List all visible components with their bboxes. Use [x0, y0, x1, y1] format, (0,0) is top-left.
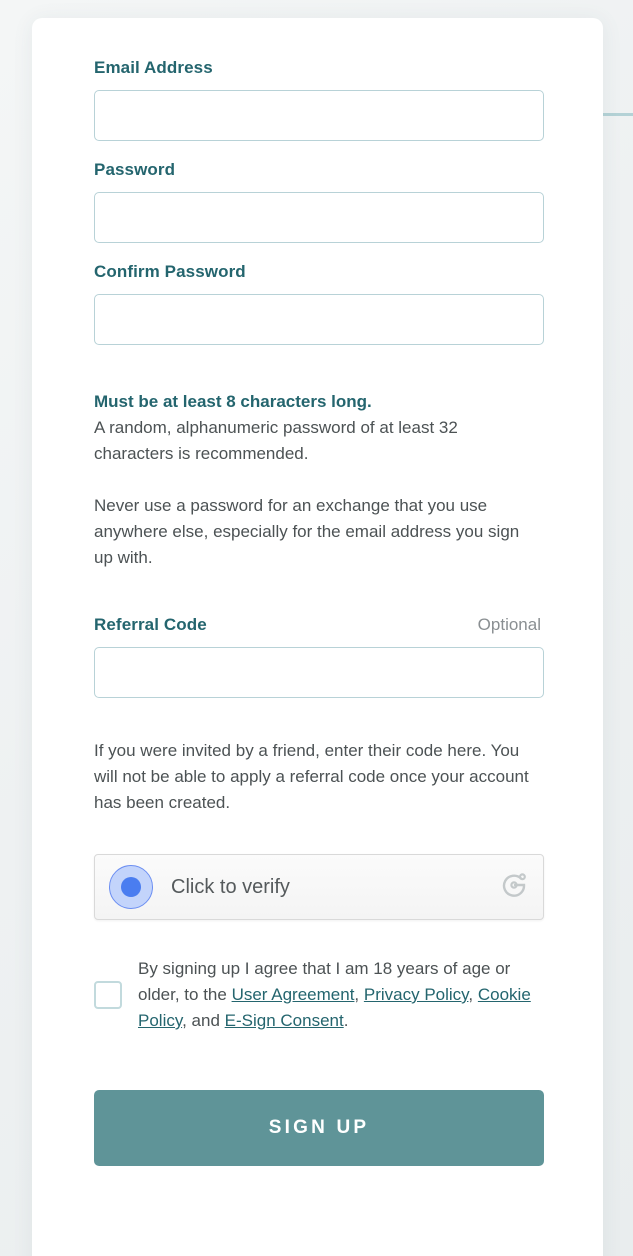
- terms-sep-1: ,: [354, 985, 364, 1004]
- captcha-checkbox-icon[interactable]: [109, 865, 153, 909]
- terms-sep-2: ,: [468, 985, 478, 1004]
- password-length-hint: Must be at least 8 characters long.: [94, 392, 372, 411]
- referral-help-text: If you were invited by a friend, enter t…: [94, 741, 529, 812]
- email-field-group: Email Address: [94, 58, 544, 141]
- esign-consent-link[interactable]: E-Sign Consent: [225, 1011, 344, 1030]
- email-input[interactable]: [94, 90, 544, 141]
- privacy-policy-link[interactable]: Privacy Policy: [364, 985, 469, 1004]
- captcha-label: Click to verify: [171, 875, 290, 898]
- referral-optional-tag: Optional: [477, 615, 541, 634]
- password-input[interactable]: [94, 192, 544, 243]
- email-label: Email Address: [94, 58, 213, 77]
- referral-code-input[interactable]: [94, 647, 544, 698]
- confirm-password-label: Confirm Password: [94, 262, 246, 281]
- signup-page: Email Address Password Confirm Password …: [0, 0, 633, 1256]
- user-agreement-link[interactable]: User Agreement: [232, 985, 355, 1004]
- password-recommendation-text: A random, alphanumeric password of at le…: [94, 418, 458, 463]
- referral-label-row: Referral Code Optional: [94, 615, 541, 635]
- referral-field-group: Referral Code Optional: [94, 615, 544, 698]
- confirm-password-field-group: Confirm Password: [94, 262, 544, 345]
- hcaptcha-logo-icon: [499, 870, 529, 905]
- captcha-widget[interactable]: Click to verify: [94, 854, 544, 920]
- sign-up-button[interactable]: SIGN UP: [94, 1090, 544, 1166]
- terms-text: By signing up I agree that I am 18 years…: [138, 956, 541, 1034]
- signup-card: Email Address Password Confirm Password …: [32, 18, 603, 1256]
- terms-checkbox[interactable]: [94, 981, 122, 1009]
- password-label: Password: [94, 160, 176, 179]
- terms-suffix-text: .: [343, 1011, 349, 1030]
- terms-sep-3: , and: [182, 1011, 225, 1030]
- referral-label: Referral Code: [94, 615, 207, 634]
- terms-agreement-row: By signing up I agree that I am 18 years…: [94, 956, 541, 1034]
- password-reuse-warning-text: Never use a password for an exchange tha…: [94, 496, 520, 567]
- confirm-password-input[interactable]: [94, 294, 544, 345]
- password-field-group: Password: [94, 160, 544, 243]
